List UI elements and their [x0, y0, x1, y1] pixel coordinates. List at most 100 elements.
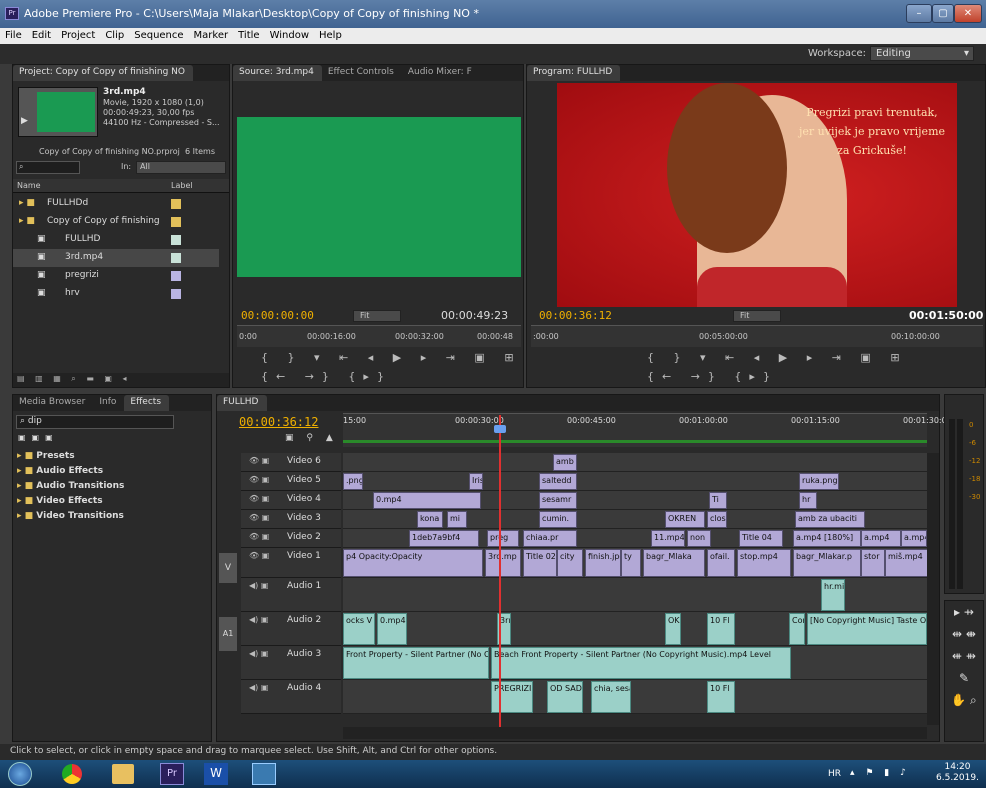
- timeline-clip[interactable]: preg: [487, 530, 519, 547]
- effects-filter-buttons[interactable]: ▣▣▣: [18, 433, 59, 442]
- explorer-taskbar-icon[interactable]: [112, 764, 134, 784]
- eye-icon[interactable]: ◀) ▣: [249, 581, 268, 590]
- timeline-clip[interactable]: chia, sesa: [591, 681, 631, 713]
- track-lane[interactable]: amb: [343, 453, 927, 472]
- timeline-clip[interactable]: a.mp4: [901, 530, 927, 547]
- menu-title[interactable]: Title: [233, 28, 264, 41]
- effects-search-input[interactable]: ⌕ dip: [16, 415, 174, 429]
- tab-info[interactable]: Info: [93, 395, 124, 411]
- video-target-label[interactable]: V: [219, 553, 237, 583]
- clock[interactable]: 14:20 6.5.2019.: [936, 762, 979, 784]
- eye-icon[interactable]: 👁 ▣: [249, 551, 269, 560]
- project-bottom-toolbar[interactable]: ▤ ▥ ▦ ⌕ ▬ ▣ ◂: [13, 373, 229, 387]
- project-list-item[interactable]: ▸ ■ FULLHDd: [13, 195, 219, 213]
- source-ruler[interactable]: 0:00 00:00:16:00 00:00:32:00 00:00:48: [237, 325, 521, 347]
- timeline-clip[interactable]: a.mp4 [180%]: [793, 530, 861, 547]
- hand-tool-icon[interactable]: ✋ ⌕: [945, 689, 983, 711]
- timeline-clip[interactable]: ty: [621, 549, 641, 577]
- timeline-clip[interactable]: ruka.png: [799, 473, 839, 490]
- timeline-clip[interactable]: Iris: [469, 473, 483, 490]
- timeline-clip[interactable]: 11.mp4: [651, 530, 685, 547]
- timeline-clip[interactable]: finish.jpg: [585, 549, 621, 577]
- tray-icons[interactable]: ▴ ⚑ ▮ ♪: [850, 768, 910, 778]
- timeline-clip[interactable]: stor: [861, 549, 885, 577]
- tab-fullhd-sequence[interactable]: FULLHD: [217, 395, 267, 411]
- source-transport-controls[interactable]: { } ▾ ⇤ ◂ ▶ ▸ ⇥ ▣ ⊞: [261, 351, 522, 364]
- track-lane[interactable]: .png Iris saltedd ruka.png: [343, 472, 927, 491]
- source-fit-select[interactable]: Fit: [353, 310, 401, 322]
- col-name[interactable]: Name: [17, 181, 41, 190]
- timeline-clip[interactable]: ocks V: [343, 613, 375, 645]
- label-swatch[interactable]: [171, 217, 181, 227]
- vertical-scrollbar[interactable]: [927, 453, 939, 725]
- program-fit-select[interactable]: Fit: [733, 310, 781, 322]
- play-icon[interactable]: ▶: [21, 116, 28, 126]
- chrome-taskbar-icon[interactable]: [62, 764, 82, 784]
- playhead-handle[interactable]: [494, 425, 506, 433]
- timeline-clip[interactable]: bagr_Mlakar.p: [793, 549, 861, 577]
- timeline-clip[interactable]: kona: [417, 511, 443, 528]
- eye-icon[interactable]: ◀) ▣: [249, 683, 268, 692]
- tab-project[interactable]: Project: Copy of Copy of finishing NO: [13, 65, 193, 81]
- track-lane[interactable]: 1deb7a9bf4 preg chiaa.pr 11.mp4 non Title 04 a…: [343, 529, 927, 548]
- in-select[interactable]: All: [136, 161, 226, 174]
- label-swatch[interactable]: [171, 271, 181, 281]
- menu-project[interactable]: Project: [56, 28, 100, 41]
- horizontal-scrollbar[interactable]: [343, 727, 927, 739]
- timeline-clip[interactable]: a.mp4: [861, 530, 901, 547]
- timeline-clip[interactable]: sesamr: [539, 492, 577, 509]
- effects-folder[interactable]: ▸ ■ Video Transitions: [17, 511, 207, 526]
- timeline-clip[interactable]: 3rd.mp: [485, 549, 521, 577]
- timeline-clip[interactable]: 0.mp4: [377, 613, 407, 645]
- track-lane[interactable]: ocks V 0.mp4 3rı OK 10 Fl Con [No Copyright Mu…: [343, 612, 927, 646]
- menu-help[interactable]: Help: [314, 28, 347, 41]
- menu-marker[interactable]: Marker: [189, 28, 234, 41]
- track-header[interactable]: 👁 ▣ Video 5: [241, 472, 341, 491]
- track-header[interactable]: 👁 ▣ Video 6: [241, 453, 341, 472]
- timeline-timecode[interactable]: 00:00:36:12: [239, 415, 318, 429]
- menu-clip[interactable]: Clip: [100, 28, 129, 41]
- track-header[interactable]: ◀) ▣ Audio 4: [241, 680, 341, 714]
- timeline-clip[interactable]: clos: [707, 511, 727, 528]
- timeline-clip[interactable]: saltedd: [539, 473, 577, 490]
- track-lane[interactable]: 0.mp4 sesamr Ti hr: [343, 491, 927, 510]
- track-header[interactable]: ◀) ▣ Audio 3: [241, 646, 341, 680]
- tab-audio-mixer[interactable]: Audio Mixer: F: [402, 65, 480, 81]
- razor-tool-icon[interactable]: ⇺ ⇻: [945, 645, 983, 667]
- menu-window[interactable]: Window: [265, 28, 314, 41]
- timeline-clip[interactable]: non: [687, 530, 711, 547]
- timeline-clip[interactable]: [No Copyright Music] Taste O: [807, 613, 927, 645]
- timeline-snap-tools[interactable]: ▣ ⚲ ▲: [285, 433, 338, 443]
- timeline-clip[interactable]: cumin.: [539, 511, 577, 528]
- ripple-edit-tool-icon[interactable]: ⇹ ⇼: [945, 623, 983, 645]
- workspace-select[interactable]: Editing ▾: [870, 46, 974, 61]
- eye-icon[interactable]: 👁 ▣: [249, 513, 269, 522]
- timeline-clip[interactable]: miš.mp4: [885, 549, 929, 577]
- track-lane[interactable]: hr.mi: [343, 578, 927, 612]
- selection-tool-icon[interactable]: ▸ ⇸: [945, 601, 983, 623]
- label-swatch[interactable]: [171, 253, 181, 263]
- label-swatch[interactable]: [171, 289, 181, 299]
- project-list-item[interactable]: ▣ hrv: [13, 285, 219, 303]
- minimize-button[interactable]: –: [906, 4, 932, 23]
- timeline-clip[interactable]: 0.mp4: [373, 492, 481, 509]
- control-panel-taskbar-icon[interactable]: [252, 763, 276, 785]
- start-button[interactable]: [8, 762, 32, 786]
- track-lane[interactable]: p4 Opacity:Opacity 3rd.mp Title 02 city fini…: [343, 548, 929, 578]
- effects-folder[interactable]: ▸ ■ Presets: [17, 451, 207, 466]
- source-jog-controls[interactable]: {← →} {▸}: [261, 370, 392, 383]
- source-timecode[interactable]: 00:00:00:00: [241, 309, 314, 322]
- project-list-item[interactable]: ▣ 3rd.mp4: [13, 249, 219, 267]
- playhead[interactable]: [499, 415, 501, 727]
- timeline-clip[interactable]: Title 02: [523, 549, 557, 577]
- label-swatch[interactable]: [171, 199, 181, 209]
- tab-effects[interactable]: Effects: [124, 395, 170, 411]
- track-lane[interactable]: PREGRIZI OD SAD chia, sesa 10 Fl: [343, 680, 927, 714]
- maximize-button[interactable]: ▢: [932, 4, 954, 23]
- eye-icon[interactable]: 👁 ▣: [249, 532, 269, 541]
- track-lane[interactable]: Front Property - Silent Partner (No Cop B…: [343, 646, 927, 680]
- track-header[interactable]: ◀) ▣ Audio 1: [241, 578, 341, 612]
- track-header[interactable]: 👁 ▣ Video 4: [241, 491, 341, 510]
- menu-sequence[interactable]: Sequence: [129, 28, 188, 41]
- effects-folder[interactable]: ▸ ■ Audio Effects: [17, 466, 207, 481]
